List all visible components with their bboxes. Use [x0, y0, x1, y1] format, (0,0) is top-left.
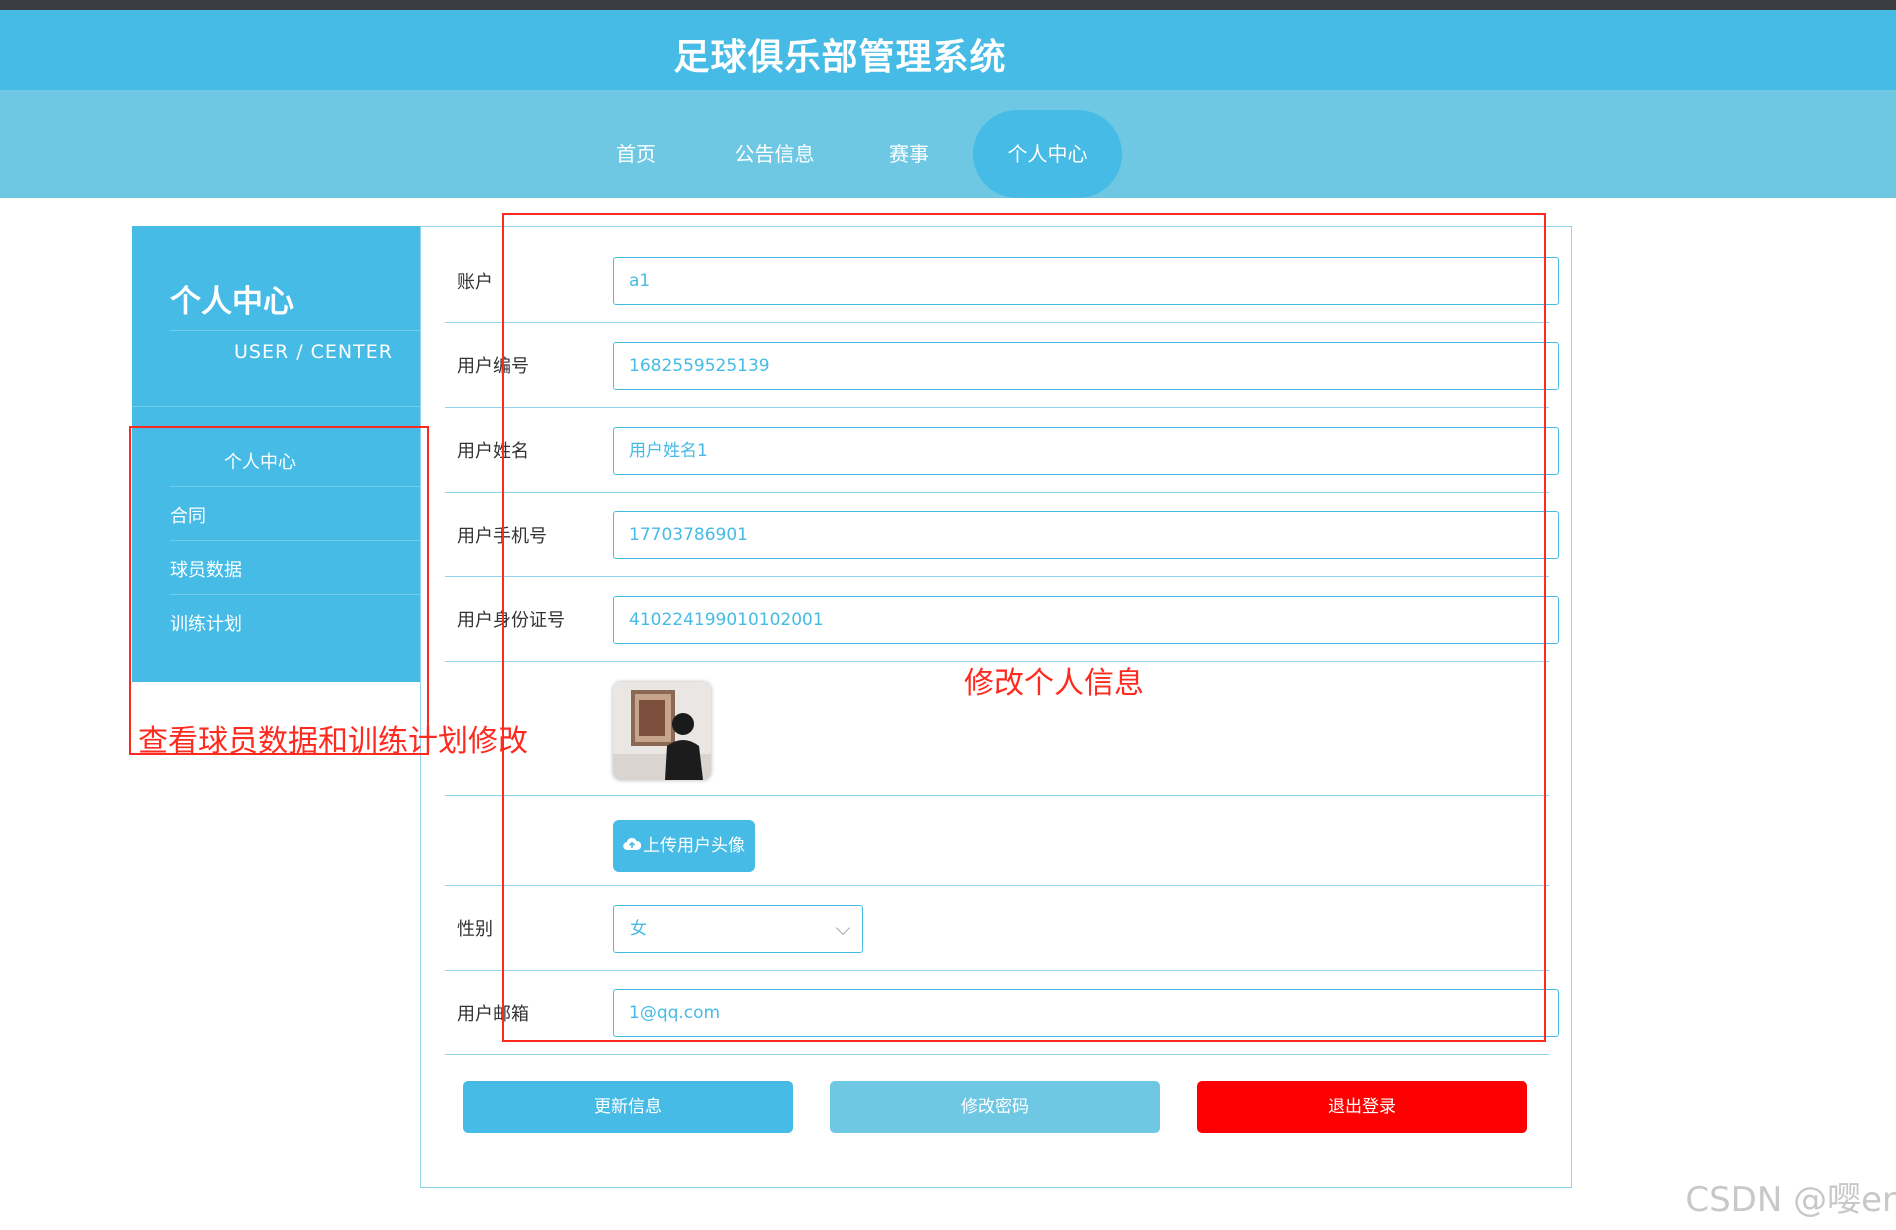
nav-item-notice[interactable]: 公告信息 [722, 110, 827, 198]
update-info-button[interactable]: 更新信息 [463, 1081, 793, 1133]
sidebar-title: 个人中心 [170, 284, 294, 320]
nav-item-home[interactable]: 首页 [596, 110, 676, 198]
nav-item-user-center[interactable]: 个人中心 [973, 110, 1122, 198]
browser-top-strip [0, 0, 1896, 10]
gender-label: 性别 [457, 919, 493, 940]
divider [170, 330, 420, 331]
annotation-view-player-data: 查看球员数据和训练计划修改 [138, 724, 528, 759]
nav-item-match[interactable]: 赛事 [872, 110, 946, 198]
app-title: 足球俱乐部管理系统 [673, 37, 1007, 78]
change-password-button[interactable]: 修改密码 [830, 1081, 1160, 1133]
divider [132, 406, 420, 407]
main-nav: 首页 公告信息 赛事 个人中心 [0, 90, 1896, 198]
header-bar: 足球俱乐部管理系统 [0, 10, 1896, 90]
logout-button[interactable]: 退出登录 [1197, 1081, 1527, 1133]
sidebar-subtitle: USER / CENTER [234, 341, 393, 363]
annotation-edit-profile: 修改个人信息 [964, 666, 1144, 701]
watermark: CSDN @嘤er [1685, 1180, 1896, 1220]
account-label: 账户 [457, 271, 493, 293]
annotation-box-form [502, 213, 1546, 1042]
annotation-box-sidebar [129, 426, 429, 755]
